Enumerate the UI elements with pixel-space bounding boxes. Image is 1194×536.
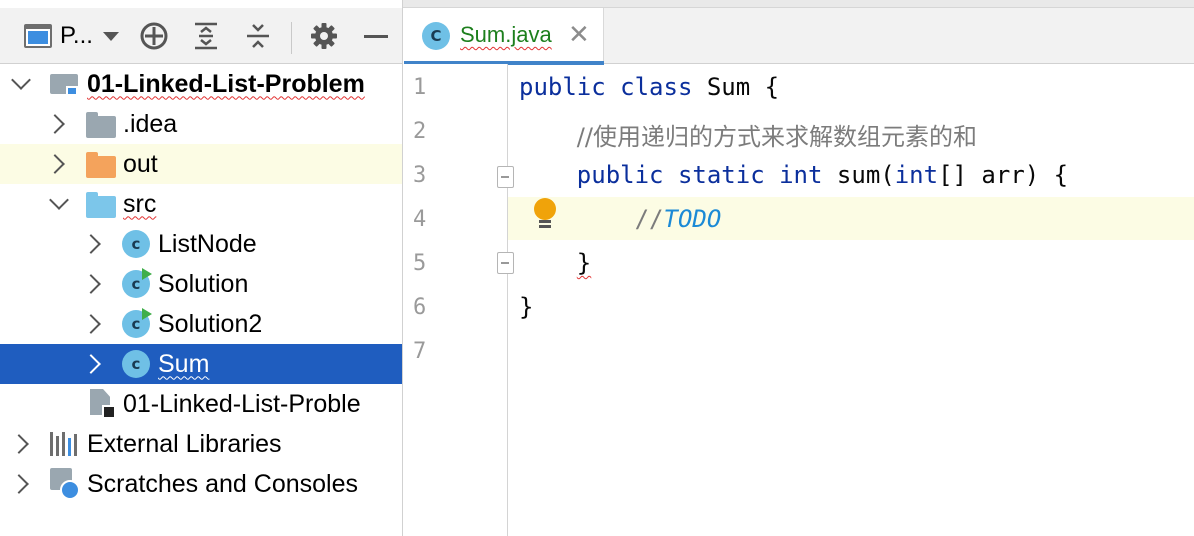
class-icon: c <box>122 350 150 378</box>
minimize-icon <box>364 34 388 38</box>
expand-all-button[interactable] <box>188 8 224 64</box>
collapse-all-button[interactable] <box>240 8 276 64</box>
line-number: 2 <box>413 119 427 144</box>
scratches-icon <box>50 468 80 500</box>
tree-item-scratches[interactable]: Scratches and Consoles <box>0 464 402 504</box>
settings-button[interactable] <box>306 8 342 64</box>
locate-button[interactable] <box>136 8 172 64</box>
tree-item-label: Scratches and Consoles <box>87 469 358 498</box>
tree-item-label: Sum <box>158 349 210 378</box>
chevron-right-icon[interactable] <box>81 234 101 254</box>
fold-marker-icon[interactable] <box>497 252 514 274</box>
code-line-2[interactable]: //使用递归的方式来求解数组元素的和 <box>519 117 977 152</box>
source-folder-icon <box>86 192 116 218</box>
line-number: 6 <box>413 295 427 320</box>
tree-item-solution2[interactable]: c Solution2 <box>0 304 402 344</box>
code-keyword: public <box>519 73 606 101</box>
tree-item-external-libraries[interactable]: External Libraries <box>0 424 402 464</box>
line-number: 1 <box>413 75 427 100</box>
code-keyword: class <box>620 73 693 101</box>
chevron-down-icon[interactable] <box>49 190 69 210</box>
tree-item-label: ListNode <box>158 229 257 258</box>
line-number: 5 <box>413 251 427 276</box>
code-line-5[interactable]: } <box>519 249 591 277</box>
tree-item-module[interactable]: 01-Linked-List-Problem <box>0 64 402 104</box>
expand-all-icon <box>195 22 217 50</box>
chevron-right-icon[interactable] <box>81 274 101 294</box>
chevron-right-icon[interactable] <box>81 354 101 374</box>
module-folder-icon <box>50 72 80 96</box>
line-number: 7 <box>413 339 427 364</box>
toolbar-separator <box>291 22 292 54</box>
tree-item-label: 01-Linked-List-Problem <box>87 69 365 98</box>
chevron-right-icon[interactable] <box>45 154 65 174</box>
folder-icon <box>86 152 116 178</box>
chevron-right-icon[interactable] <box>45 114 65 134</box>
code-line-6[interactable]: } <box>519 293 533 321</box>
tree-item-label: 01-Linked-List-Proble <box>123 389 361 418</box>
tree-item-sum[interactable]: c Sum <box>0 344 402 384</box>
tree-item-label: External Libraries <box>87 429 282 458</box>
tree-item-label: src <box>123 189 157 218</box>
code-text: Sum { <box>706 73 780 101</box>
code-text: } <box>519 293 534 321</box>
tree-item-label: Solution <box>158 269 249 298</box>
code-text: [] arr) { <box>938 161 1069 189</box>
run-marker-icon <box>142 268 152 280</box>
code-keyword: public <box>576 161 664 189</box>
tree-item-iml-file[interactable]: 01-Linked-List-Proble <box>0 384 402 424</box>
class-icon: C <box>422 22 450 50</box>
libraries-icon <box>50 432 78 456</box>
hide-button[interactable] <box>360 8 392 64</box>
code-line-3[interactable]: public static int sum(int[] arr) { <box>519 161 1068 189</box>
fold-marker-icon[interactable] <box>497 166 514 188</box>
code-text: sum( <box>836 161 895 189</box>
class-icon: c <box>122 230 150 258</box>
chevron-down-icon <box>102 31 119 41</box>
window-icon <box>24 24 52 48</box>
tree-item-solution[interactable]: c Solution <box>0 264 402 304</box>
tree-item-idea[interactable]: .idea <box>0 104 402 144</box>
line-number: 4 <box>413 207 427 232</box>
code-line-1[interactable]: public class Sum { <box>519 73 779 101</box>
code-keyword: int <box>779 161 823 189</box>
module-file-icon <box>90 389 116 419</box>
tab-sum-java[interactable]: C Sum.java ✕ <box>404 8 604 65</box>
folder-icon <box>86 112 116 138</box>
view-selector-label: P... <box>60 22 93 49</box>
close-icon[interactable]: ✕ <box>568 20 590 50</box>
chevron-right-icon[interactable] <box>9 434 29 454</box>
crosshair-icon <box>140 22 168 50</box>
code-line-4[interactable]: //TODO <box>519 205 722 233</box>
gear-icon <box>311 23 337 49</box>
tree-item-out[interactable]: out <box>0 144 402 184</box>
code-comment: // <box>634 205 664 233</box>
run-marker-icon <box>142 308 152 320</box>
code-keyword: int <box>894 161 939 189</box>
view-selector[interactable]: P... <box>24 8 120 64</box>
line-number: 3 <box>413 163 427 188</box>
chevron-right-icon[interactable] <box>9 474 29 494</box>
chevron-right-icon[interactable] <box>81 314 101 334</box>
tree-item-listnode[interactable]: c ListNode <box>0 224 402 264</box>
code-text: } <box>576 249 592 277</box>
collapse-all-icon <box>247 24 269 48</box>
code-todo: TODO <box>663 205 722 233</box>
chevron-down-icon[interactable] <box>11 70 31 90</box>
project-tool-window: P... 01-Linked-List-Problem .idea out sr… <box>0 0 403 536</box>
tree-item-label: .idea <box>123 109 178 138</box>
tab-label: Sum.java <box>460 22 552 47</box>
project-toolbar: P... <box>0 8 402 64</box>
tree-item-label: out <box>123 149 158 178</box>
tree-item-src[interactable]: src <box>0 184 402 224</box>
code-comment: //使用递归的方式来求解数组元素的和 <box>576 123 977 151</box>
code-keyword: static <box>677 161 765 189</box>
tree-item-label: Solution2 <box>158 309 263 338</box>
editor-tab-bar: C Sum.java ✕ <box>404 8 1194 65</box>
